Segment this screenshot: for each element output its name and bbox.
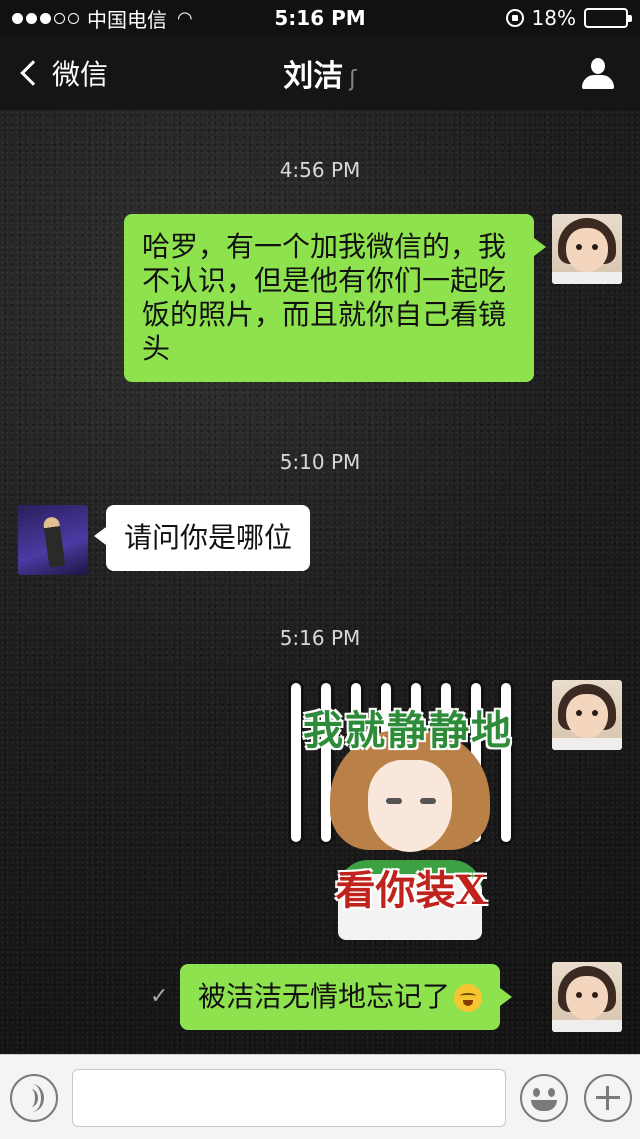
status-bar: 中国电信 ◠ 5:16 PM 18%: [0, 0, 640, 36]
input-bar: [0, 1054, 640, 1139]
chat-screen: 中国电信 ◠ 5:16 PM 18% 微信 刘洁 ʃ 4:56 PM 哈罗，有一个…: [0, 0, 640, 1139]
message-bubble-sent[interactable]: 哈罗，有一个加我微信的，我不认识，但是他有你们一起吃饭的照片，而且就你自己看镜头: [124, 214, 546, 382]
voice-icon[interactable]: [10, 1074, 58, 1122]
timestamp: 5:10 PM: [279, 450, 361, 474]
signal-strength-icon: [12, 12, 79, 24]
crying-laughing-emoji: [454, 984, 483, 1012]
message-text: 哈罗，有一个加我微信的，我不认识，但是他有你们一起吃饭的照片，而且就你自己看镜头: [142, 230, 507, 365]
message-input[interactable]: [72, 1069, 506, 1127]
back-label: 微信: [52, 58, 109, 91]
my-avatar[interactable]: [552, 962, 622, 1032]
sticker-message[interactable]: 我就静静地 看你装X: [286, 680, 536, 940]
plus-icon[interactable]: [584, 1074, 632, 1122]
chevron-left-icon: [20, 60, 46, 86]
timestamp: 5:16 PM: [279, 626, 361, 650]
rotation-lock-icon: [505, 9, 524, 27]
contact-name: 刘洁: [283, 59, 344, 94]
message-text: 被洁洁无情地忘记了: [198, 980, 451, 1013]
nav-bar: 微信 刘洁 ʃ: [0, 36, 640, 110]
battery-icon: [584, 8, 632, 28]
message-text: 请问你是哪位: [124, 521, 293, 554]
my-avatar[interactable]: [552, 214, 622, 284]
battery-percent: 18%: [531, 6, 576, 30]
message-list[interactable]: 4:56 PM 哈罗，有一个加我微信的，我不认识，但是他有你们一起吃饭的照片，而…: [0, 110, 640, 1054]
message-bubble-sent[interactable]: 被洁洁无情地忘记了: [180, 964, 513, 1030]
message-bubble-received[interactable]: 请问你是哪位: [93, 505, 311, 571]
wifi-icon: ◠: [177, 7, 193, 29]
emoji-icon[interactable]: [520, 1074, 568, 1122]
checkmark-icon: ✓: [150, 984, 169, 1009]
my-avatar[interactable]: [552, 680, 622, 750]
ear-icon: ʃ: [349, 67, 357, 92]
sticker-top-text: 我就静静地: [303, 707, 513, 754]
back-button[interactable]: 微信: [0, 53, 108, 93]
sticker-bottom-text: 看你装X: [335, 867, 487, 914]
carrier-name: 中国电信: [87, 7, 167, 32]
timestamp: 4:56 PM: [279, 158, 361, 182]
user-profile-icon[interactable]: [582, 58, 614, 90]
contact-avatar[interactable]: [18, 505, 88, 575]
